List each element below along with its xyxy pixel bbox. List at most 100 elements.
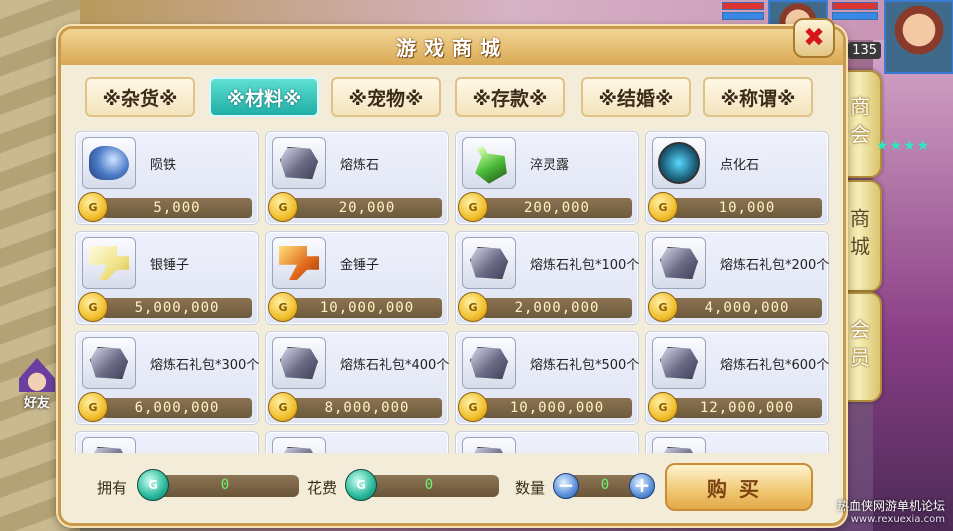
player-hp-bar xyxy=(832,2,878,10)
item-name: 熔炼石礼包*100个 xyxy=(530,258,640,273)
player-level: 135 xyxy=(848,42,881,59)
price-bar: 6,000,000 xyxy=(102,398,252,418)
shop-item[interactable]: 点化石 10,000 G xyxy=(645,131,829,225)
shop-item[interactable]: 熔炼石礼包*300个 6,000,000 G xyxy=(75,331,259,425)
price-bar: 10,000,000 xyxy=(482,398,632,418)
party-hp-bar xyxy=(722,2,764,10)
watermark-text: 热血侠网游单机论坛 xyxy=(836,499,945,513)
shop-item-partial[interactable] xyxy=(645,431,829,453)
gold-coin-icon: G xyxy=(458,392,488,422)
side-tab-vip-label: 会员 xyxy=(846,319,871,375)
tab-marriage[interactable]: ※结婚※ xyxy=(581,77,691,117)
price-bar: 5,000 xyxy=(102,198,252,218)
shop-item[interactable]: 熔炼石礼包*200个 4,000,000 G xyxy=(645,231,829,325)
item-name: 淬灵露 xyxy=(530,158,570,173)
price-bar: 10,000,000 xyxy=(292,298,442,318)
jade-coin-icon: G xyxy=(345,469,377,501)
side-tab-chamber-label: 商会 xyxy=(846,96,871,152)
item-grid: 陨铁 5,000 G 熔炼石 20,000 G 淬灵露 200,000 G 点化… xyxy=(73,131,833,453)
shop-item[interactable]: 淬灵露 200,000 G xyxy=(455,131,639,225)
gold-hammer-icon xyxy=(272,237,326,289)
background-scene-right xyxy=(873,40,953,531)
price-bar: 8,000,000 xyxy=(292,398,442,418)
item-name: 熔炼石 xyxy=(340,158,380,173)
shop-panel: 游戏商城 ※杂货※ ※材料※ ※宠物※ ※存款※ ※结婚※ ※称谓※ 陨铁 5,… xyxy=(58,26,846,526)
price-bar: 5,000,000 xyxy=(102,298,252,318)
purchase-footer: 拥有 0 G 花费 0 G 数量 0 − + 购买 xyxy=(61,459,843,517)
price-bar: 2,000,000 xyxy=(482,298,632,318)
gold-coin-icon: G xyxy=(648,392,678,422)
meteorite-icon xyxy=(82,137,136,189)
shop-item[interactable]: 银锤子 5,000,000 G xyxy=(75,231,259,325)
shop-item[interactable]: 熔炼石礼包*600个 12,000,000 G xyxy=(645,331,829,425)
player-portrait[interactable] xyxy=(884,0,953,74)
friend-icon xyxy=(19,358,55,392)
item-name: 金锤子 xyxy=(340,258,380,273)
owned-label: 拥有 xyxy=(97,479,128,497)
smelting-stone-icon xyxy=(272,437,326,453)
friend-label: 好友 xyxy=(23,396,50,411)
cost-bar: 0 xyxy=(359,475,499,497)
tab-titles[interactable]: ※称谓※ xyxy=(703,77,813,117)
gold-coin-icon: G xyxy=(268,292,298,322)
tab-pets[interactable]: ※宠物※ xyxy=(331,77,441,117)
gold-coin-icon: G xyxy=(78,392,108,422)
item-price: 200,000 xyxy=(523,200,590,216)
price-bar: 20,000 xyxy=(292,198,442,218)
shop-title: 游戏商城 xyxy=(396,36,508,60)
smelting-stone-icon xyxy=(462,437,516,453)
item-name: 陨铁 xyxy=(150,158,177,173)
smelting-stone-icon xyxy=(272,137,326,189)
smelting-stone-icon xyxy=(82,337,136,389)
rating-stars: ★★★★ xyxy=(876,138,931,154)
price-bar: 12,000,000 xyxy=(672,398,822,418)
jade-coin-icon: G xyxy=(137,469,169,501)
item-price: 8,000,000 xyxy=(324,400,410,416)
cost-value: 0 xyxy=(424,477,434,493)
item-name: 熔炼石礼包*400个 xyxy=(340,358,450,373)
item-price: 20,000 xyxy=(338,200,396,216)
friend-button[interactable]: 好友 xyxy=(14,358,60,411)
tab-materials[interactable]: ※材料※ xyxy=(209,77,319,117)
gold-coin-icon: G xyxy=(458,292,488,322)
quantity-label: 数量 xyxy=(515,479,546,497)
close-button[interactable]: ✖ xyxy=(793,18,835,58)
item-price: 5,000,000 xyxy=(134,300,220,316)
item-price: 10,000 xyxy=(718,200,776,216)
watermark: 热血侠网游单机论坛 www.rexuexia.com xyxy=(837,499,945,527)
shop-item-partial[interactable] xyxy=(75,431,259,453)
item-price: 5,000 xyxy=(153,200,201,216)
item-name: 银锤子 xyxy=(150,258,190,273)
shop-item[interactable]: 陨铁 5,000 G xyxy=(75,131,259,225)
shop-item[interactable]: 熔炼石礼包*100个 2,000,000 G xyxy=(455,231,639,325)
shop-item[interactable]: 熔炼石礼包*400个 8,000,000 G xyxy=(265,331,449,425)
smelting-stone-icon xyxy=(462,337,516,389)
item-name: 熔炼石礼包*600个 xyxy=(720,358,830,373)
shop-item[interactable]: 金锤子 10,000,000 G xyxy=(265,231,449,325)
quantity-minus-button[interactable]: − xyxy=(553,473,579,499)
shop-item[interactable]: 熔炼石礼包*500个 10,000,000 G xyxy=(455,331,639,425)
item-price: 12,000,000 xyxy=(699,400,795,416)
tab-groceries[interactable]: ※杂货※ xyxy=(85,77,195,117)
shop-item[interactable]: 熔炼石 20,000 G xyxy=(265,131,449,225)
gold-coin-icon: G xyxy=(648,192,678,222)
side-tab-mall-label: 商城 xyxy=(846,208,871,264)
quantity-plus-button[interactable]: + xyxy=(629,473,655,499)
smelting-stone-icon xyxy=(652,437,706,453)
player-mp-bar xyxy=(832,12,878,20)
shop-item-partial[interactable] xyxy=(265,431,449,453)
close-icon: ✖ xyxy=(803,23,825,53)
buy-button[interactable]: 购买 xyxy=(665,463,813,511)
price-bar: 200,000 xyxy=(482,198,632,218)
gold-coin-icon: G xyxy=(268,192,298,222)
orb-icon xyxy=(652,137,706,189)
shop-item-partial[interactable] xyxy=(455,431,639,453)
owned-value: 0 xyxy=(220,477,230,493)
owned-bar: 0 xyxy=(151,475,299,497)
party-mp-bar xyxy=(722,12,764,20)
price-bar: 10,000 xyxy=(672,198,822,218)
item-name: 熔炼石礼包*300个 xyxy=(150,358,260,373)
shop-titlebar: 游戏商城 xyxy=(61,29,843,65)
silver-hammer-icon xyxy=(82,237,136,289)
tab-deposit[interactable]: ※存款※ xyxy=(455,77,565,117)
